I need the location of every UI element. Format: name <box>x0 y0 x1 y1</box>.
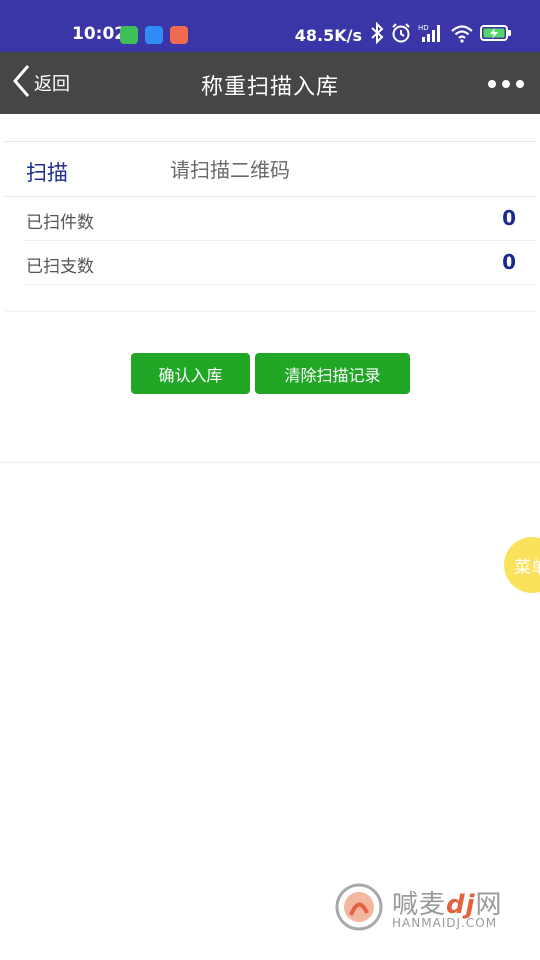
scan-label: 扫描 <box>26 161 68 185</box>
nav-bar: 返回 称重扫描入库 <box>0 52 540 114</box>
scanned-pieces-value: 0 <box>502 206 516 230</box>
watermark: 喊麦dj网 HANMAIDJ.COM <box>334 882 534 938</box>
dot-icon <box>488 80 496 88</box>
wifi-icon <box>450 23 474 47</box>
clear-scan-records-button[interactable]: 清除扫描记录 <box>255 353 410 394</box>
net-speed: 48.5K/s <box>294 25 362 45</box>
watermark-text-en: HANMAIDJ.COM <box>392 916 498 930</box>
status-right-group: 48.5K/s HD <box>294 21 512 48</box>
scan-input[interactable] <box>170 150 510 190</box>
divider <box>5 311 537 312</box>
scanned-pieces-label: 已扫件数 <box>26 213 94 233</box>
page-title: 称重扫描入库 <box>200 75 339 100</box>
floating-menu-button[interactable]: 菜单 <box>504 537 540 593</box>
scanned-count-label: 已扫支数 <box>26 257 94 277</box>
app-notification-icon <box>120 26 138 44</box>
heart-app-icon <box>170 26 188 44</box>
confirm-inbound-button[interactable]: 确认入库 <box>131 353 250 394</box>
status-bar: 10:02 48.5K/s HD <box>0 0 540 52</box>
divider <box>5 141 537 142</box>
scanned-count-value: 0 <box>502 250 516 274</box>
svg-text:HD: HD <box>418 24 429 32</box>
bluetooth-icon <box>370 21 384 48</box>
status-time: 10:02 <box>72 24 127 44</box>
divider <box>0 462 540 463</box>
hd-signal-icon: HD <box>418 22 444 48</box>
cloud-icon <box>145 26 163 44</box>
more-options-button[interactable] <box>488 74 524 94</box>
dot-icon <box>516 80 524 88</box>
divider <box>24 240 536 241</box>
dot-icon <box>502 80 510 88</box>
watermark-logo-icon <box>334 882 384 932</box>
divider <box>5 196 537 197</box>
alarm-icon <box>390 22 412 48</box>
floating-menu-label: 菜单 <box>514 557 540 578</box>
battery-charging-icon <box>480 24 512 46</box>
divider <box>24 284 536 285</box>
